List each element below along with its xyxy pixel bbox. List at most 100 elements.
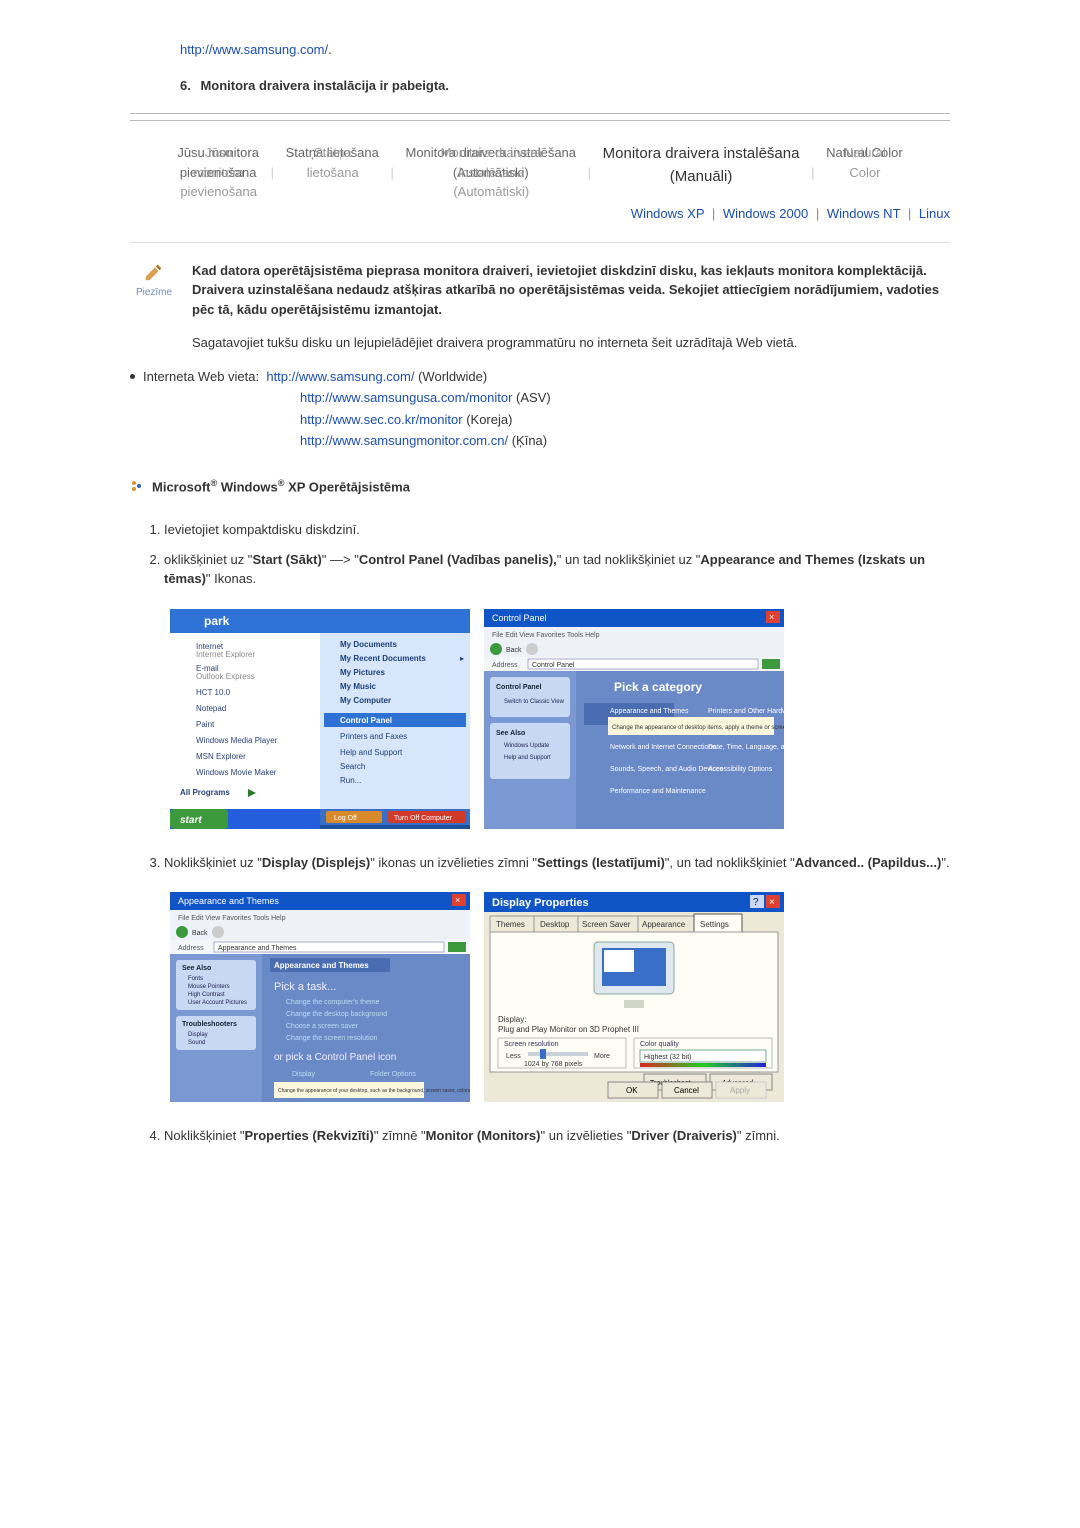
svg-text:See Also: See Also	[182, 965, 211, 972]
svg-text:Change the appearance of your: Change the appearance of your desktop, s…	[278, 1088, 470, 1094]
link-windows-nt[interactable]: Windows NT	[827, 206, 900, 221]
sep: |	[708, 206, 719, 221]
step-3: Noklikšķiniet uz "Display (Displejs)" ik…	[164, 853, 950, 873]
svg-text:Color quality: Color quality	[640, 1041, 679, 1048]
note-block: Piezīme Kad datora operētājsistēma piepr…	[130, 261, 950, 353]
step-text: Noklikšķiniet "	[164, 1128, 244, 1143]
step-text: " un tad noklikšķiniet uz "	[557, 552, 701, 567]
os-links-row: Windows XP | Windows 2000 | Windows NT |…	[130, 204, 950, 224]
svg-text:Display: Display	[188, 1032, 208, 1038]
svg-text:×: ×	[455, 895, 460, 905]
arrow-icon	[130, 479, 144, 493]
svg-text:Folder Options: Folder Options	[370, 1071, 416, 1078]
svg-text:Notepad: Notepad	[196, 704, 226, 713]
heading-part: Microsoft	[152, 479, 211, 494]
svg-text:Fonts: Fonts	[188, 976, 203, 982]
svg-text:Screen resolution: Screen resolution	[504, 1041, 559, 1048]
screenshot-control-panel: Control Panel × File Edit View Favorites…	[484, 609, 784, 829]
svg-text:Display Properties: Display Properties	[492, 897, 589, 909]
step-text: Noklikšķiniet uz "	[164, 855, 262, 870]
step-text: " zīmni.	[737, 1128, 780, 1143]
svg-text:OK: OK	[626, 1086, 638, 1095]
svg-text:Date, Time, Language, and Regi: Date, Time, Language, and Regional...	[708, 744, 784, 751]
link-linux[interactable]: Linux	[919, 206, 950, 221]
svg-text:Appearance and Themes: Appearance and Themes	[610, 708, 689, 715]
svg-text:See Also: See Also	[496, 730, 525, 737]
svg-text:Sound: Sound	[188, 1040, 205, 1046]
note-label: Piezīme	[130, 285, 178, 300]
steps-list-cont2: Noklikšķiniet "Properties (Rekvizīti)" z…	[164, 1126, 950, 1146]
figure-row-1: park Internet Internet Explorer E-mail O…	[170, 609, 950, 829]
step-text: " Ikonas.	[206, 571, 256, 586]
step6-num: 6.	[180, 78, 191, 93]
svg-text:Search: Search	[340, 762, 365, 771]
tab-label: Monitora draivera instalēšana	[603, 145, 800, 162]
top-url-row: http://www.samsung.com/.	[180, 40, 950, 60]
svg-text:1024 by 768 pixels: 1024 by 768 pixels	[524, 1061, 583, 1068]
svg-text:Less: Less	[506, 1053, 521, 1060]
tab-item-driver-auto[interactable]: Monitora draivera instalēšana(Automātisk…	[405, 143, 576, 182]
screenshot-appearance-themes: Appearance and Themes × File Edit View F…	[170, 892, 470, 1102]
screenshot-start-menu: park Internet Internet Explorer E-mail O…	[170, 609, 470, 829]
svg-text:Run...: Run...	[340, 776, 361, 785]
svg-text:Plug and Play Monitor on 3D Pr: Plug and Play Monitor on 3D Prophet III	[498, 1025, 639, 1034]
region-worldwide: (Worldwide)	[418, 369, 487, 384]
svg-text:Change the appearance of deskt: Change the appearance of desktop items, …	[612, 725, 784, 731]
svg-text:File Edit View Favorites T: File Edit View Favorites Tools Help	[492, 632, 600, 639]
svg-text:Display:: Display:	[498, 1015, 526, 1024]
svg-text:Back: Back	[506, 647, 522, 654]
svg-text:Back: Back	[192, 930, 208, 937]
step-text-bold: Display (Displejs)	[262, 855, 370, 870]
step6-text: Monitora draivera instalācija ir pabeigt…	[200, 78, 449, 93]
svg-text:Network and Internet Connectio: Network and Internet Connections	[610, 744, 716, 751]
web-list-heading: Interneta Web vieta: http://www.samsung.…	[130, 367, 950, 387]
svg-text:Pick a task...: Pick a task...	[274, 981, 336, 993]
tab-sep: |	[803, 165, 822, 180]
svg-text:Appearance: Appearance	[642, 920, 686, 929]
svg-text:Printers and Other Hardware: Printers and Other Hardware	[708, 708, 784, 715]
samsung-url-link[interactable]: http://www.samsung.com/	[180, 42, 328, 57]
svg-text:Control Panel: Control Panel	[532, 662, 575, 669]
link-samsung-cn[interactable]: http://www.samsungmonitor.com.cn/	[300, 433, 508, 448]
svg-text:File Edit View Favorites T: File Edit View Favorites Tools Help	[178, 915, 286, 922]
link-samsung-worldwide[interactable]: http://www.samsung.com/	[266, 369, 414, 384]
step-text: " —> "	[322, 552, 359, 567]
steps-list-cont: Noklikšķiniet uz "Display (Displejs)" ik…	[164, 853, 950, 873]
step-text: " zīmnē "	[374, 1128, 426, 1143]
web-label: Interneta Web vieta:	[143, 369, 259, 384]
step-text-bold: Driver (Draiveris)	[631, 1128, 737, 1143]
svg-text:My Computer: My Computer	[340, 696, 391, 705]
step-1: Ievietojiet kompaktdisku diskdzinī.	[164, 520, 950, 540]
svg-text:HCT 10.0: HCT 10.0	[196, 688, 231, 697]
svg-text:park: park	[204, 614, 230, 628]
svg-text:Windows Media Player: Windows Media Player	[196, 736, 278, 745]
svg-text:Printers and Faxes: Printers and Faxes	[340, 732, 407, 741]
svg-text:Cancel: Cancel	[674, 1086, 699, 1095]
step-2: oklikšķiniet uz "Start (Sākt)" —> "Contr…	[164, 550, 950, 589]
svg-text:Outlook Express: Outlook Express	[196, 672, 255, 681]
note-badge: Piezīme	[130, 261, 178, 353]
step-text: " ikonas un izvēlieties zīmni "	[370, 855, 537, 870]
divider	[130, 113, 950, 114]
svg-text:My Recent Documents: My Recent Documents	[340, 654, 426, 663]
svg-text:All Programs: All Programs	[180, 788, 230, 797]
svg-text:My Pictures: My Pictures	[340, 668, 385, 677]
tab-item-stand[interactable]: Statņa lietošana Statņa lietošana Statņa…	[286, 143, 379, 163]
svg-text:Sounds, Speech, and Audio Devi: Sounds, Speech, and Audio Devices	[610, 766, 724, 773]
tab-label-sub: (Manuāli)	[670, 168, 733, 185]
link-windows-xp[interactable]: Windows XP	[631, 206, 704, 221]
region-usa: (ASV)	[516, 390, 551, 405]
pencil-icon	[143, 261, 165, 283]
svg-text:Settings: Settings	[700, 920, 729, 929]
svg-text:My Documents: My Documents	[340, 640, 397, 649]
link-samsung-kr[interactable]: http://www.sec.co.kr/monitor	[300, 412, 463, 427]
link-windows-2000[interactable]: Windows 2000	[723, 206, 808, 221]
heading-part: XP Operētājsistēma	[284, 479, 410, 494]
link-samsung-usa[interactable]: http://www.samsungusa.com/monitor	[300, 390, 512, 405]
tab-item-natural-color[interactable]: Natural Color Natural Color Natural Colo…	[826, 143, 903, 163]
heading-part: Windows	[217, 479, 278, 494]
tab-item-driver-manual[interactable]: Monitora draivera instalēšana (Manuāli)	[603, 143, 800, 188]
step-text-bold: Advanced.. (Papildus...)	[795, 855, 942, 870]
tab-item-connect[interactable]: Jūsu monitorapievienošana Jūsu monitorap…	[177, 143, 259, 182]
svg-text:Screen Saver: Screen Saver	[582, 920, 631, 929]
